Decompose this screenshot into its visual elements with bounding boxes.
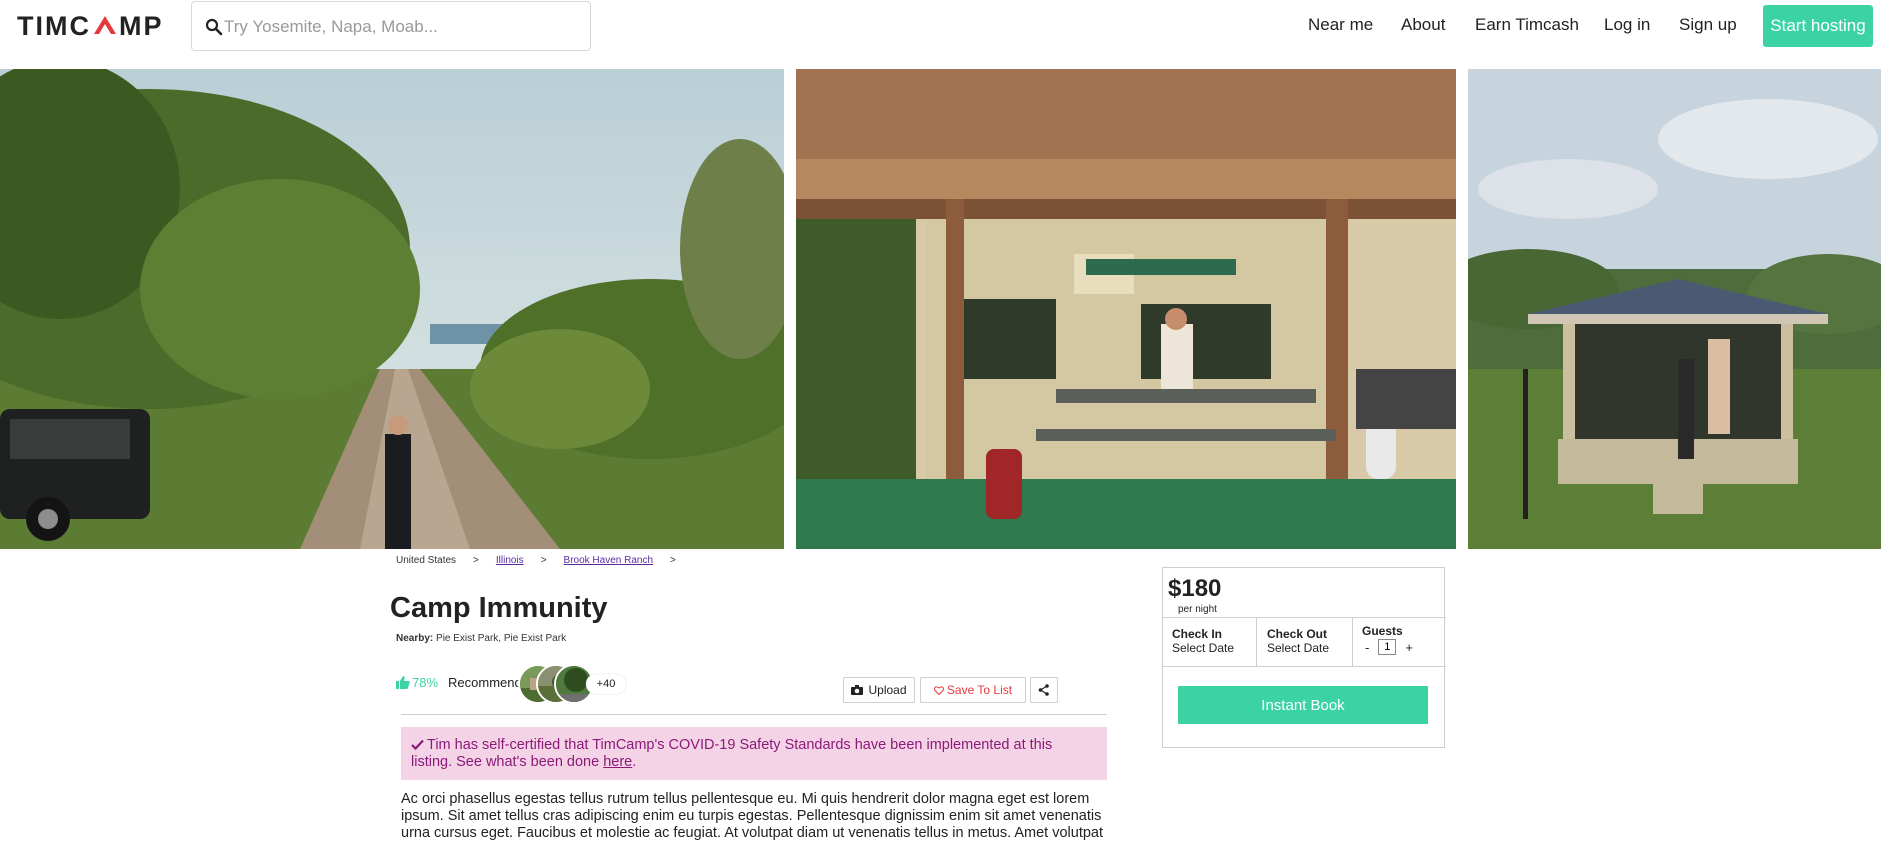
nearby-value: Pie Exist Park, Pie Exist Park <box>436 633 567 644</box>
recommend-percent: 78% <box>412 675 439 690</box>
nav-near-me[interactable]: Near me <box>1308 15 1373 35</box>
breadcrumb-separator: > <box>473 555 479 566</box>
upload-photo-button[interactable]: Upload <box>843 677 915 703</box>
top-navbar: TIMC MP Near me About Earn Timcash Log i… <box>0 0 1895 68</box>
share-icon <box>1038 684 1049 696</box>
nearby-label: Nearby: <box>396 633 434 644</box>
check-in-value: Select Date <box>1172 641 1235 655</box>
breadcrumb-state-link[interactable]: Illinois <box>496 555 524 566</box>
logo-text-right: MP <box>118 10 164 41</box>
heart-icon <box>933 685 944 695</box>
avatar-more-count[interactable]: +40 <box>586 674 626 694</box>
check-icon <box>411 739 424 750</box>
visitor-avatars[interactable]: +40 <box>518 664 628 704</box>
guests-stepper: - + <box>1362 639 1446 655</box>
breadcrumb-separator: > <box>670 555 676 566</box>
covid-here-link[interactable]: here <box>603 754 632 770</box>
nav-log-in[interactable]: Log in <box>1604 15 1650 35</box>
check-in-label: Check In <box>1172 627 1223 641</box>
thumbs-up-icon <box>396 676 410 689</box>
guests-decrement-button[interactable]: - <box>1362 640 1372 655</box>
listing-description: Ac orci phasellus egestas tellus rutrum … <box>401 791 1104 841</box>
photo-gazebo <box>1468 69 1881 549</box>
nav-earn-timcash[interactable]: Earn Timcash <box>1475 15 1579 35</box>
booking-card: $180 per night Check In Select Date Chec… <box>1162 567 1446 748</box>
nightly-price: $180 <box>1168 575 1222 602</box>
instant-book-button[interactable]: Instant Book <box>1178 686 1428 724</box>
listing-photo-1[interactable] <box>0 69 784 549</box>
covid-text: Tim has self-certified that TimCamp's CO… <box>411 737 1053 770</box>
check-out-label: Check Out <box>1267 627 1328 641</box>
logo-text-left: TIMC <box>17 10 91 41</box>
share-button[interactable] <box>1030 677 1058 703</box>
breadcrumb-separator: > <box>540 555 547 566</box>
timcamp-logo[interactable]: TIMC MP <box>17 10 164 41</box>
guests-count-input[interactable] <box>1378 639 1397 655</box>
check-out-field[interactable]: Check Out Select Date <box>1258 618 1353 666</box>
search-input[interactable] <box>224 12 574 42</box>
search-icon <box>205 18 223 36</box>
photo-jungle-road <box>0 69 784 549</box>
start-hosting-button[interactable]: Start hosting <box>1763 5 1873 47</box>
nav-sign-up[interactable]: Sign up <box>1679 15 1737 35</box>
recommend-label: Recommend <box>448 675 522 690</box>
check-out-value: Select Date <box>1267 641 1330 655</box>
search-bar[interactable] <box>191 1 591 51</box>
check-in-field[interactable]: Check In Select Date <box>1163 618 1257 666</box>
photo-cabin-porch <box>796 69 1456 549</box>
guests-increment-button[interactable]: + <box>1402 640 1416 655</box>
upload-label: Upload <box>868 683 907 697</box>
recommend-stat: 78% Recommend <box>396 675 522 690</box>
camera-icon <box>851 685 864 695</box>
breadcrumb-country: United States <box>396 555 457 566</box>
listing-photo-3[interactable] <box>1468 69 1881 549</box>
covid-period: . <box>632 754 637 770</box>
section-divider <box>401 714 1107 715</box>
nav-about[interactable]: About <box>1401 15 1445 35</box>
listing-title: Camp Immunity <box>390 592 608 624</box>
guests-field: Guests - + <box>1353 618 1446 666</box>
save-to-list-button[interactable]: Save To List <box>920 677 1026 703</box>
guests-label: Guests <box>1362 624 1403 638</box>
covid-safety-notice: Tim has self-certified that TimCamp's CO… <box>401 727 1107 780</box>
listing-photo-2[interactable] <box>796 69 1456 549</box>
nearby-info: Nearby: Pie Exist Park, Pie Exist Park <box>396 633 566 644</box>
breadcrumb-ranch-link[interactable]: Brook Haven Ranch <box>564 555 654 566</box>
tent-logo-icon <box>93 16 116 34</box>
booking-inputs-row: Check In Select Date Check Out Select Da… <box>1163 617 1446 667</box>
breadcrumb: United States > Illinois > Brook Haven R… <box>396 555 693 566</box>
per-night-label: per night <box>1178 604 1217 615</box>
save-label: Save To List <box>946 683 1013 697</box>
